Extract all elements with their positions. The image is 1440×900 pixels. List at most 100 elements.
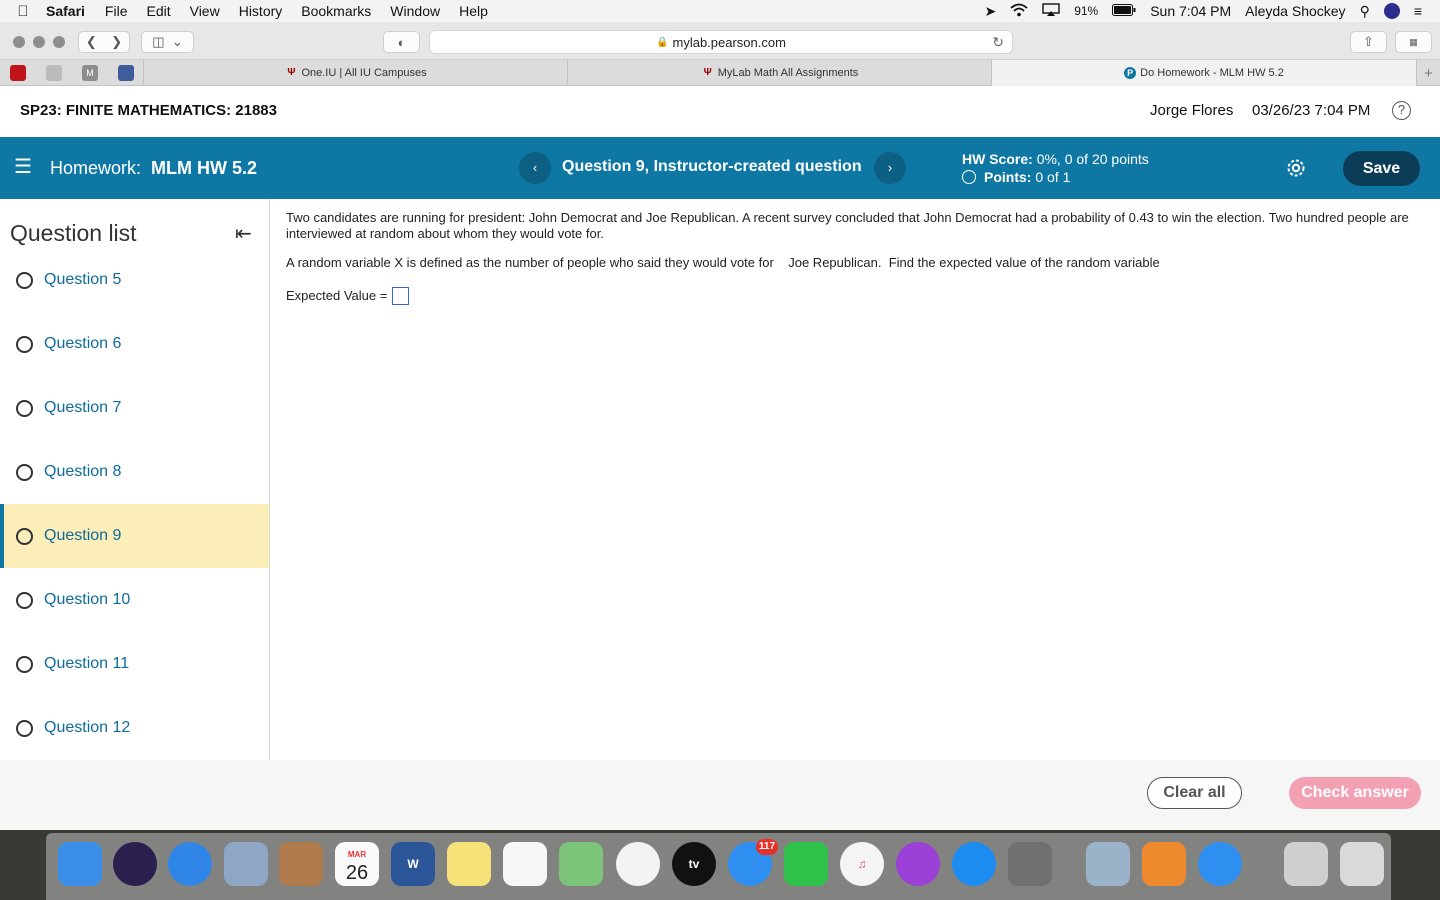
menu-app-name[interactable]: Safari bbox=[46, 3, 85, 19]
reminders-icon[interactable] bbox=[503, 842, 547, 886]
podcasts-icon[interactable] bbox=[896, 842, 940, 886]
question-list-item-6[interactable]: Question 6 bbox=[0, 312, 269, 376]
points-label: Points: bbox=[984, 169, 1032, 185]
wifi-diagnostics-icon[interactable] bbox=[1198, 842, 1242, 886]
menu-history[interactable]: History bbox=[239, 3, 283, 19]
question-list-item-8[interactable]: Question 8 bbox=[0, 440, 269, 504]
image-capture-icon[interactable] bbox=[1086, 842, 1130, 886]
question-status-icon bbox=[16, 655, 33, 673]
close-window-icon[interactable] bbox=[13, 36, 25, 48]
hw-score-label: HW Score: bbox=[962, 151, 1033, 167]
tab-overview-button[interactable]: ▦ bbox=[1395, 31, 1432, 53]
help-icon[interactable]: ? bbox=[1392, 101, 1411, 120]
menu-file[interactable]: File bbox=[105, 3, 128, 19]
location-icon[interactable]: ➤ bbox=[984, 3, 996, 20]
app-store-icon[interactable] bbox=[952, 842, 996, 886]
minimize-window-icon[interactable] bbox=[33, 36, 45, 48]
tab-mylab-assignments[interactable]: Ψ MyLab Math All Assignments bbox=[567, 60, 992, 86]
clock[interactable]: Sun 7:04 PM bbox=[1150, 3, 1231, 19]
question-label: Question 6 bbox=[44, 335, 122, 352]
course-header: SP23: FINITE MATHEMATICS: 21883 Jorge Fl… bbox=[0, 86, 1440, 137]
preview-icon[interactable] bbox=[224, 842, 268, 886]
calendar-month: MAR bbox=[347, 850, 367, 859]
course-title: SP23: FINITE MATHEMATICS: 21883 bbox=[20, 102, 277, 119]
settings-gear-icon[interactable] bbox=[1284, 156, 1308, 180]
safari-icon[interactable] bbox=[168, 842, 212, 886]
clear-all-button[interactable]: Clear all bbox=[1147, 777, 1242, 809]
question-label: Question 5 bbox=[44, 271, 122, 288]
question-label: Question 7 bbox=[44, 399, 122, 416]
expected-value-input[interactable] bbox=[392, 287, 410, 305]
collapse-sidebar-icon[interactable]: ⇤ bbox=[235, 221, 252, 246]
menu-help[interactable]: Help bbox=[459, 3, 488, 19]
question-list-item-9[interactable]: Question 9 bbox=[0, 504, 269, 568]
calculator-icon[interactable] bbox=[1142, 842, 1186, 886]
system-preferences-icon[interactable] bbox=[1008, 842, 1052, 886]
back-forward-buttons[interactable]: ❮ ❯ bbox=[78, 31, 130, 53]
answer-label: Expected Value = bbox=[286, 288, 388, 303]
question-list-item-11[interactable]: Question 11 bbox=[0, 632, 269, 696]
menu-edit[interactable]: Edit bbox=[146, 3, 170, 19]
question-list-item-10[interactable]: Question 10 bbox=[0, 568, 269, 632]
reload-icon[interactable]: ↻ bbox=[992, 34, 1004, 51]
bookmark-favicon-m[interactable]: M bbox=[82, 65, 98, 81]
hamburger-menu-icon[interactable]: ☰ bbox=[14, 157, 32, 177]
bookmark-favicon-globe[interactable] bbox=[46, 65, 62, 81]
maps-icon[interactable] bbox=[559, 842, 603, 886]
contacts-icon[interactable] bbox=[279, 842, 323, 886]
siri-app-icon[interactable] bbox=[113, 842, 157, 886]
menu-bookmarks[interactable]: Bookmarks bbox=[301, 3, 371, 19]
homework-heading: Homework: MLM HW 5.2 bbox=[50, 158, 257, 179]
tab-label: One.IU | All IU Campuses bbox=[301, 67, 427, 79]
pearson-logo-icon: P bbox=[1124, 67, 1137, 79]
homework-bar: ☰ Homework: MLM HW 5.2 ‹ Question 9, Inst… bbox=[0, 137, 1440, 199]
battery-icon[interactable] bbox=[1112, 3, 1136, 19]
notes-icon[interactable] bbox=[447, 842, 491, 886]
apple-menu-icon[interactable]:  bbox=[0, 3, 46, 20]
check-answer-button[interactable]: Check answer bbox=[1289, 777, 1421, 809]
photos-icon[interactable] bbox=[616, 842, 660, 886]
sidebar-toggle-button[interactable]: ◫ ⌄ bbox=[141, 31, 194, 53]
facetime-icon[interactable] bbox=[784, 842, 828, 886]
question-list-item-5[interactable]: Question 5 bbox=[0, 248, 269, 312]
bookmark-favicon-red[interactable] bbox=[10, 65, 26, 81]
save-button[interactable]: Save bbox=[1343, 151, 1420, 186]
menu-view[interactable]: View bbox=[190, 3, 220, 19]
tab-bar: M Ψ One.IU | All IU Campuses Ψ MyLab Mat… bbox=[0, 60, 1440, 86]
next-question-button[interactable]: › bbox=[874, 152, 906, 184]
notification-center-icon[interactable]: ≡ bbox=[1414, 3, 1422, 19]
tab-overview-icon: ▦ bbox=[1409, 36, 1418, 47]
bookmark-favicon-blue[interactable] bbox=[118, 65, 134, 81]
wifi-icon[interactable] bbox=[1010, 3, 1028, 20]
previous-question-button[interactable]: ‹ bbox=[519, 152, 551, 184]
privacy-report-button[interactable]: ◐ bbox=[383, 31, 420, 53]
siri-icon[interactable] bbox=[1383, 3, 1400, 19]
share-button[interactable]: ⇧ bbox=[1350, 31, 1387, 53]
points-value: 0 of 1 bbox=[1035, 169, 1071, 185]
music-icon[interactable]: ♫ bbox=[840, 842, 884, 886]
calendar-icon[interactable]: MAR 26 bbox=[335, 842, 379, 886]
menu-window[interactable]: Window bbox=[390, 3, 440, 19]
address-bar[interactable]: 🔒 mylab.pearson.com ↻ bbox=[429, 30, 1013, 54]
apple-tv-icon[interactable]: tv bbox=[672, 842, 716, 886]
airplay-icon[interactable] bbox=[1042, 2, 1060, 20]
question-list-item-12[interactable]: Question 12 bbox=[0, 696, 269, 760]
menubar-user[interactable]: Aleyda Shockey bbox=[1245, 3, 1345, 19]
trash-icon[interactable] bbox=[1340, 842, 1384, 886]
back-icon[interactable]: ❮ bbox=[86, 34, 97, 50]
spotlight-icon[interactable]: ⚲ bbox=[1360, 3, 1370, 20]
iu-logo-icon: Ψ bbox=[703, 67, 712, 78]
url-text[interactable]: mylab.pearson.com bbox=[673, 35, 786, 50]
question-paragraph-2: A random variable X is defined as the nu… bbox=[286, 255, 1160, 270]
tv-label: tv bbox=[688, 857, 700, 871]
new-tab-button[interactable]: + bbox=[1416, 60, 1440, 86]
downloads-stack-icon[interactable] bbox=[1284, 842, 1328, 886]
finder-icon[interactable] bbox=[58, 842, 102, 886]
tab-do-homework[interactable]: P Do Homework - MLM HW 5.2 bbox=[991, 60, 1416, 86]
zoom-window-icon[interactable] bbox=[53, 36, 65, 48]
question-list-item-7[interactable]: Question 7 bbox=[0, 376, 269, 440]
tab-one-iu[interactable]: Ψ One.IU | All IU Campuses bbox=[143, 60, 568, 86]
forward-icon[interactable]: ❯ bbox=[111, 34, 122, 50]
word-icon[interactable]: W bbox=[391, 842, 435, 886]
question-status-icon bbox=[16, 527, 33, 545]
